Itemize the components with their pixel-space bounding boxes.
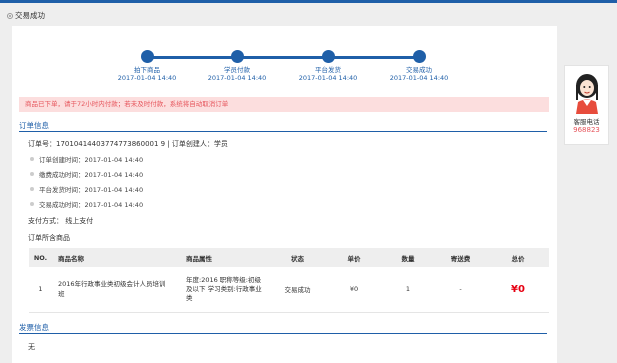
step-label: 学员付款 bbox=[224, 66, 250, 74]
col-name: 商品名称 bbox=[52, 248, 180, 267]
timeline-text: 订单创建时间：2017-01-04 14:40 bbox=[39, 156, 144, 164]
location-pin-icon bbox=[7, 12, 13, 19]
invoice-info-title: 发票信息 bbox=[19, 322, 547, 334]
step-ordered: 拍下商品 2017-01-04 14:40 bbox=[107, 50, 187, 82]
step-time: 2017-01-04 14:40 bbox=[207, 74, 267, 82]
timeline-item: 订单创建时间：2017-01-04 14:40 bbox=[30, 154, 143, 164]
customer-service-widget[interactable]: 客服电话 968823 bbox=[564, 65, 609, 145]
service-number: 968823 bbox=[573, 126, 600, 134]
step-dot bbox=[140, 50, 154, 63]
step-time: 2017-01-04 14:40 bbox=[117, 74, 177, 82]
goods-table: NO. 商品名称 商品属性 状态 单价 数量 寄送费 总价 1 2016年行政事… bbox=[29, 248, 549, 313]
payment-method: 支付方式： 线上支付 bbox=[28, 217, 94, 225]
service-label: 客服电话 bbox=[573, 118, 600, 126]
timeline-bullet bbox=[30, 187, 34, 191]
step-label: 拍下商品 bbox=[134, 66, 160, 74]
timeline-bullet bbox=[30, 202, 34, 206]
order-info-title: 订单信息 bbox=[19, 120, 547, 132]
col-no: NO. bbox=[29, 248, 52, 267]
goods-label: 订单所含商品 bbox=[28, 234, 70, 242]
step-paid: 学员付款 2017-01-04 14:40 bbox=[197, 50, 277, 82]
top-bar bbox=[0, 0, 617, 3]
timeline-text: 交易成功时间：2017-01-04 14:40 bbox=[39, 201, 144, 209]
order-number-line: 订单号：17010414403774773860001 9 | 订单创建人：学员 bbox=[28, 140, 228, 148]
timeline-bullet bbox=[30, 157, 34, 161]
cell-unit-price: ¥0 bbox=[326, 267, 382, 313]
timeline-bullet bbox=[30, 172, 34, 176]
timeline-item: 交易成功时间：2017-01-04 14:40 bbox=[30, 199, 143, 209]
timeline-text: 平台发货时间：2017-01-04 14:40 bbox=[39, 186, 144, 194]
cell-name[interactable]: 2016年行政事业类初级会计人员培训班 bbox=[52, 267, 180, 313]
order-detail-panel: 拍下商品 2017-01-04 14:40 学员付款 2017-01-04 14… bbox=[12, 26, 557, 363]
step-dot bbox=[321, 50, 335, 63]
step-shipped: 平台发货 2017-01-04 14:40 bbox=[288, 50, 368, 82]
step-success: 交易成功 2017-01-04 14:40 bbox=[379, 50, 459, 82]
col-total: 总价 bbox=[487, 248, 549, 267]
col-qty: 数量 bbox=[382, 248, 434, 267]
col-attrs: 商品属性 bbox=[180, 248, 269, 267]
step-dot bbox=[412, 50, 426, 63]
cell-no: 1 bbox=[29, 267, 52, 313]
step-label: 平台发货 bbox=[315, 66, 341, 74]
step-dot bbox=[230, 50, 244, 63]
cell-attrs: 年度:2016 职称等级:初级及以下 学习类别:行政事业类 bbox=[180, 267, 269, 313]
col-status: 状态 bbox=[269, 248, 326, 267]
breadcrumb: 交易成功 bbox=[7, 10, 45, 21]
cell-total: ¥0 bbox=[487, 267, 549, 313]
cell-shipping: - bbox=[434, 267, 487, 313]
col-unit-price: 单价 bbox=[326, 248, 382, 267]
table-header-row: NO. 商品名称 商品属性 状态 单价 数量 寄送费 总价 bbox=[29, 248, 549, 267]
table-row: 1 2016年行政事业类初级会计人员培训班 年度:2016 职称等级:初级及以下… bbox=[29, 267, 549, 313]
cell-qty: 1 bbox=[382, 267, 434, 313]
col-shipping: 寄送费 bbox=[434, 248, 487, 267]
timeline-item: 缴费成功时间：2017-01-04 14:40 bbox=[30, 169, 143, 179]
invoice-value: 无 bbox=[28, 343, 35, 351]
step-label: 交易成功 bbox=[406, 66, 432, 74]
customer-service-avatar-icon bbox=[575, 74, 598, 114]
breadcrumb-label: 交易成功 bbox=[15, 11, 45, 20]
timeline-text: 缴费成功时间：2017-01-04 14:40 bbox=[39, 171, 144, 179]
payment-alert: 商品已下单，请于72小时内付款；若未及时付款，系统将自动取消订单 bbox=[19, 97, 549, 112]
step-time: 2017-01-04 14:40 bbox=[389, 74, 449, 82]
cell-status: 交易成功 bbox=[269, 267, 326, 313]
step-time: 2017-01-04 14:40 bbox=[298, 74, 358, 82]
timeline-item: 平台发货时间：2017-01-04 14:40 bbox=[30, 184, 143, 194]
